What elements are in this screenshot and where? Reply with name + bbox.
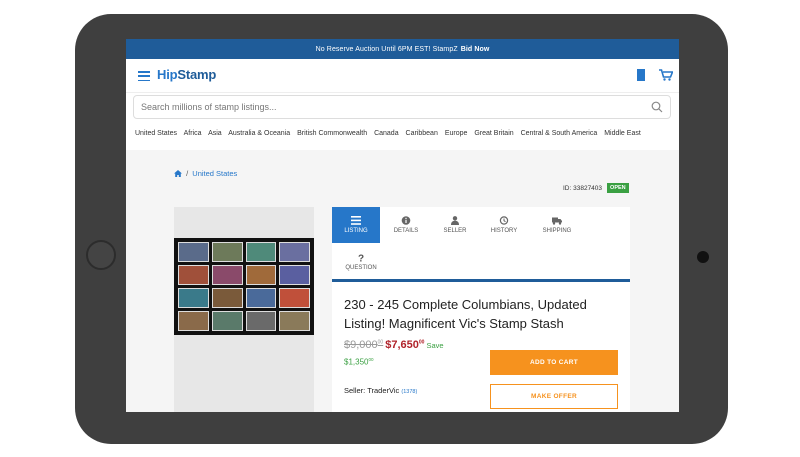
seller-info: Seller: TraderVic (1378) [344,386,417,395]
tablet-camera [697,251,709,263]
tab-seller-label: SELLER [443,228,467,234]
breadcrumb: / United States [174,169,237,178]
banner-link[interactable]: Bid Now [461,46,490,53]
category-africa[interactable]: Africa [184,130,202,137]
add-to-cart-button[interactable]: ADD TO CART [490,350,618,375]
banner-text: No Reserve Auction Until 6PM EST! StampZ [315,45,458,53]
tab-listing[interactable]: LISTING [332,207,380,243]
tab-details-label: DETAILS [393,228,419,234]
info-icon [401,216,411,225]
tab-details[interactable]: DETAILS [382,207,430,243]
logo[interactable]: HipStamp [157,67,216,82]
screen: No Reserve Auction Until 6PM EST! StampZ… [126,39,679,412]
breadcrumb-current[interactable]: United States [192,169,237,178]
category-asia[interactable]: Asia [208,130,222,137]
category-united-states[interactable]: United States [135,130,177,137]
history-icon [499,216,509,225]
promo-banner[interactable]: No Reserve Auction Until 6PM EST! StampZ… [126,39,679,59]
category-australia-oceania[interactable]: Australia & Oceania [228,130,290,137]
tab-shipping-label: SHIPPING [542,228,572,234]
search-bar [133,95,671,119]
stamp-photo[interactable] [174,238,314,335]
tab-shipping[interactable]: SHIPPING [530,207,584,243]
save-label: Save [426,341,444,350]
cart-icon[interactable] [659,69,673,81]
logo-part-hip: Hip [157,67,178,82]
user-icon [451,216,459,225]
bookmark-icon[interactable] [637,69,645,81]
status-badge: OPEN [607,183,629,193]
search-icon[interactable] [651,101,663,113]
truck-icon [552,217,562,225]
category-central-south-america[interactable]: Central & South America [521,130,598,137]
category-caribbean[interactable]: Caribbean [406,130,438,137]
category-nav: United States Africa Asia Australia & Oc… [135,130,646,137]
category-europe[interactable]: Europe [445,130,468,137]
tab-history-label: HISTORY [490,228,518,234]
listing-panel: LISTING DETAILS SELLER HISTORY SHIPPING … [332,207,630,412]
list-icon [351,216,361,225]
category-great-britain[interactable]: Great Britain [474,130,513,137]
listing-id: ID: 33827403 [563,184,603,192]
tablet-home-button [86,240,116,270]
tab-history[interactable]: HISTORY [480,207,528,243]
category-middle-east[interactable]: Middle East [604,130,641,137]
svg-text:?: ? [358,254,364,263]
menu-icon[interactable] [138,71,150,81]
category-canada[interactable]: Canada [374,130,399,137]
seller-feedback[interactable]: (1378) [401,389,417,395]
logo-part-stamp: Stamp [177,67,217,82]
savings-amount: $1,35000 [344,357,374,367]
original-price: $9,00000 [344,339,384,351]
tab-seller[interactable]: SELLER [431,207,479,243]
breadcrumb-separator: / [186,169,189,178]
seller-name[interactable]: Seller: TraderVic [344,386,399,395]
category-british-commonwealth[interactable]: British Commonwealth [297,130,367,137]
search-input[interactable] [134,96,634,118]
site-header: HipStamp [126,59,679,93]
price-line: $9,00000 $7,65000 Save [344,339,444,351]
make-offer-button[interactable]: MAKE OFFER [490,384,618,409]
question-icon: ? [358,254,364,263]
tab-listing-label: LISTING [344,228,368,234]
tab-question[interactable]: ? QUESTION [338,244,384,280]
tab-question-label: QUESTION [345,265,377,271]
sale-price: $7,65000 [385,339,425,351]
listing-id-line: ID: 33827403 OPEN [563,183,629,193]
listing-title: 230 - 245 Complete Columbians, Updated L… [344,297,587,331]
home-icon[interactable] [174,170,182,177]
listing-tabs: LISTING DETAILS SELLER HISTORY SHIPPING … [332,207,630,282]
